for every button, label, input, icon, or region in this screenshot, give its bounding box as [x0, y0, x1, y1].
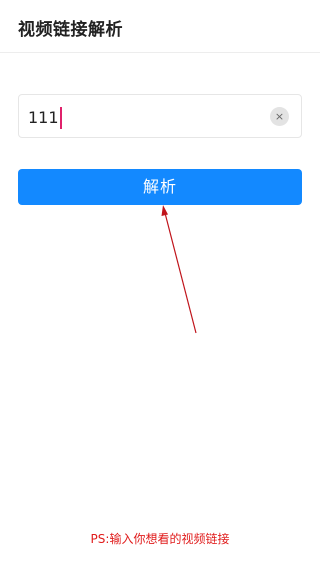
header-bar: 视频链接解析	[0, 0, 320, 53]
link-input-text: 111	[28, 108, 59, 127]
link-input[interactable]: 111 ×	[18, 94, 302, 138]
annotation-hint: PS:输入你想看的视频链接	[90, 532, 230, 546]
page-title: 视频链接解析	[18, 20, 123, 40]
parse-button[interactable]: 解析	[18, 169, 302, 205]
text-caret	[59, 107, 62, 129]
annotation-arrow	[161, 205, 197, 334]
link-input-value[interactable]: 111	[28, 107, 62, 129]
clear-icon[interactable]: ×	[270, 107, 289, 126]
